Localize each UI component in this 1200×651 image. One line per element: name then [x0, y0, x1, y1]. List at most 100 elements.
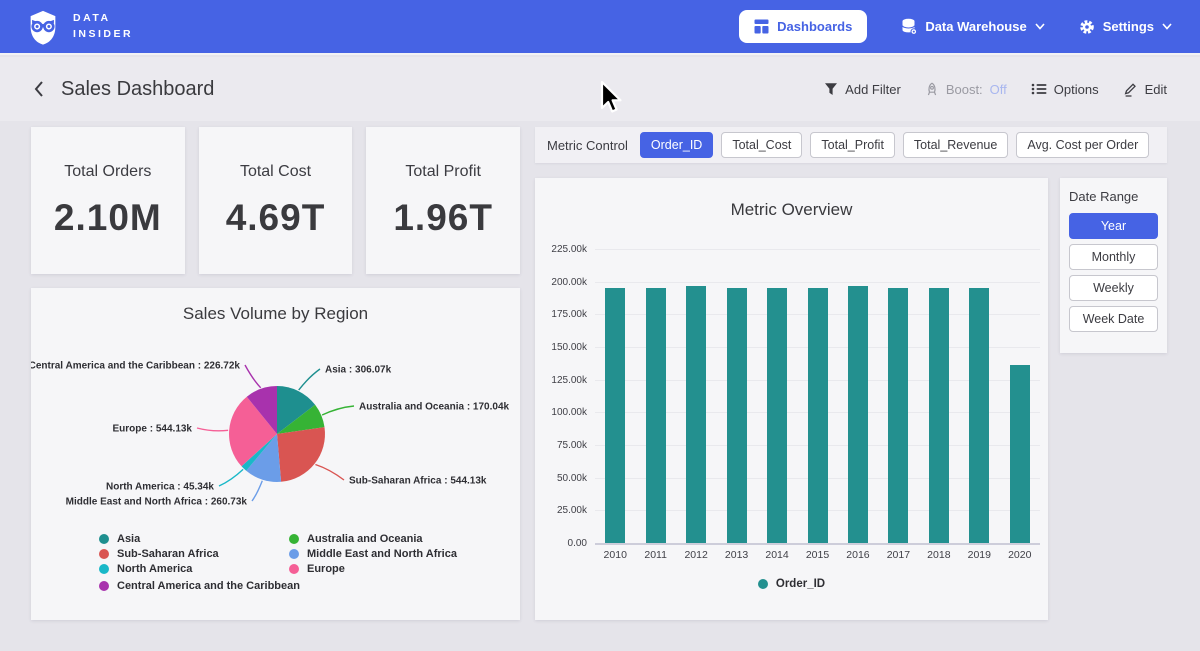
- metric-button-order-id[interactable]: Order_ID: [640, 132, 713, 158]
- pie-callout-label: Europe : 544.13k: [113, 424, 193, 435]
- metric-button-total-profit[interactable]: Total_Profit: [810, 132, 895, 158]
- add-filter-button[interactable]: Add Filter: [824, 82, 901, 97]
- owl-logo-icon: [24, 8, 62, 46]
- page-header: Sales Dashboard Add Filter Boost: Off: [0, 57, 1200, 121]
- metric-button-total-revenue[interactable]: Total_Revenue: [903, 132, 1008, 158]
- gear-icon: [1079, 19, 1095, 35]
- pie-callout-label: Central America and the Caribbean : 226.…: [31, 361, 240, 372]
- legend-item-australia-and-oceania[interactable]: Australia and Oceania: [289, 533, 423, 545]
- pencil-icon: [1123, 82, 1138, 97]
- brand: DATA INSIDER: [24, 8, 133, 46]
- legend-label: Australia and Oceania: [307, 533, 423, 545]
- metric-button-total-cost[interactable]: Total_Cost: [721, 132, 802, 158]
- pie-leader-line: [299, 369, 320, 390]
- boost-label: Boost:: [946, 82, 983, 97]
- nav-dashboards-button[interactable]: Dashboards: [739, 10, 867, 43]
- kpi-card-total-orders: Total Orders2.10M: [31, 127, 185, 274]
- gridline: [595, 249, 1040, 250]
- funnel-icon: [824, 82, 838, 96]
- pie-callout-label: Sub-Saharan Africa : 544.13k: [349, 476, 487, 487]
- date-range-button-week-date[interactable]: Week Date: [1069, 306, 1158, 332]
- legend-dot: [99, 534, 109, 544]
- pie-leader-line: [315, 465, 344, 481]
- list-icon: [1031, 82, 1047, 96]
- bar-2020[interactable]: [1010, 365, 1030, 543]
- x-tick-label: 2014: [757, 549, 797, 561]
- bar-2017[interactable]: [888, 288, 908, 544]
- database-icon: [901, 18, 917, 35]
- page-title: Sales Dashboard: [61, 78, 214, 101]
- x-tick-label: 2020: [1000, 549, 1040, 561]
- nav-data-warehouse[interactable]: Data Warehouse: [901, 18, 1044, 35]
- edit-button[interactable]: Edit: [1123, 82, 1167, 97]
- metric-control-bar: Metric Control Order_IDTotal_CostTotal_P…: [535, 127, 1167, 163]
- bar-2010[interactable]: [605, 288, 625, 544]
- chevron-down-icon: [1162, 23, 1172, 30]
- bar-2016[interactable]: [848, 286, 868, 543]
- pie-callout-label: Australia and Oceania : 170.04k: [359, 402, 510, 413]
- date-range-button-weekly[interactable]: Weekly: [1069, 275, 1158, 301]
- y-tick-label: 175.00k: [535, 309, 587, 320]
- date-range-buttons: Year Monthly Weekly Week Date: [1069, 213, 1158, 332]
- legend-item-central-america-and-the-caribbean[interactable]: Central America and the Caribbean: [99, 580, 300, 592]
- back-button[interactable]: [33, 80, 45, 98]
- bar-chart-panel: Metric Overview 201020112012201320142015…: [535, 178, 1048, 620]
- x-tick-label: 2012: [676, 549, 716, 561]
- boost-toggle[interactable]: Boost: Off: [925, 82, 1007, 97]
- header-actions: Add Filter Boost: Off Options: [824, 82, 1167, 97]
- legend-label: Europe: [307, 563, 345, 575]
- bar-chart-legend: Order_ID: [535, 578, 1048, 590]
- legend-dot: [99, 549, 109, 559]
- pie-callout-label: North America : 45.34k: [106, 482, 214, 493]
- legend-label: Sub-Saharan Africa: [117, 548, 219, 560]
- brand-text: DATA INSIDER: [73, 11, 133, 41]
- nav-settings[interactable]: Settings: [1079, 19, 1172, 35]
- kpi-value: 4.69T: [226, 197, 326, 239]
- y-tick-label: 225.00k: [535, 244, 587, 255]
- bar-2015[interactable]: [808, 288, 828, 543]
- options-button[interactable]: Options: [1031, 82, 1099, 97]
- bar-2013[interactable]: [727, 288, 747, 543]
- pie-slice-sub-saharan-africa[interactable]: [277, 427, 325, 482]
- legend-item-sub-saharan-africa[interactable]: Sub-Saharan Africa: [99, 548, 219, 560]
- date-range-button-monthly[interactable]: Monthly: [1069, 244, 1158, 270]
- legend-item-order-id[interactable]: Order_ID: [758, 578, 825, 590]
- bar-chart-title: Metric Overview: [535, 200, 1048, 220]
- bar-2012[interactable]: [686, 286, 706, 543]
- legend-label: Middle East and North Africa: [307, 548, 457, 560]
- edit-label: Edit: [1145, 82, 1167, 97]
- kpi-card-total-profit: Total Profit1.96T: [366, 127, 520, 274]
- legend-item-middle-east-and-north-africa[interactable]: Middle East and North Africa: [289, 548, 457, 560]
- legend-item-europe[interactable]: Europe: [289, 563, 345, 575]
- y-tick-label: 200.00k: [535, 277, 587, 288]
- page: DATA INSIDER Dashboards: [0, 0, 1200, 651]
- y-tick-label: 50.00k: [535, 473, 587, 484]
- legend-item-asia[interactable]: Asia: [99, 533, 140, 545]
- bar-2014[interactable]: [767, 288, 787, 543]
- kpi-label: Total Profit: [405, 163, 481, 181]
- legend-item-north-america[interactable]: North America: [99, 563, 192, 575]
- date-range-button-year[interactable]: Year: [1069, 213, 1158, 239]
- chevron-down-icon: [1035, 23, 1045, 30]
- legend-dot: [289, 564, 299, 574]
- brand-line2: INSIDER: [73, 27, 133, 42]
- bar-chart-plot: [595, 249, 1040, 543]
- bar-2018[interactable]: [929, 288, 949, 543]
- kpi-row: Total Orders2.10MTotal Cost4.69TTotal Pr…: [31, 127, 520, 274]
- x-tick-label: 2011: [635, 549, 675, 561]
- y-tick-label: 75.00k: [535, 440, 587, 451]
- pie-leader-line: [245, 365, 261, 388]
- kpi-value: 2.10M: [54, 197, 162, 239]
- top-nav: DATA INSIDER Dashboards: [0, 0, 1200, 55]
- legend-dot: [99, 581, 109, 591]
- pie-callout-label: Middle East and North Africa : 260.73k: [66, 497, 248, 508]
- x-tick-label: 2018: [919, 549, 959, 561]
- x-tick-label: 2017: [878, 549, 918, 561]
- bar-2019[interactable]: [969, 288, 989, 544]
- x-tick-label: 2013: [716, 549, 756, 561]
- pie-callout-label: Asia : 306.07k: [325, 365, 392, 376]
- x-tick-label: 2015: [797, 549, 837, 561]
- metric-button-avg-cost-per-order[interactable]: Avg. Cost per Order: [1016, 132, 1149, 158]
- bar-2011[interactable]: [646, 288, 666, 543]
- nav-settings-label: Settings: [1103, 19, 1154, 34]
